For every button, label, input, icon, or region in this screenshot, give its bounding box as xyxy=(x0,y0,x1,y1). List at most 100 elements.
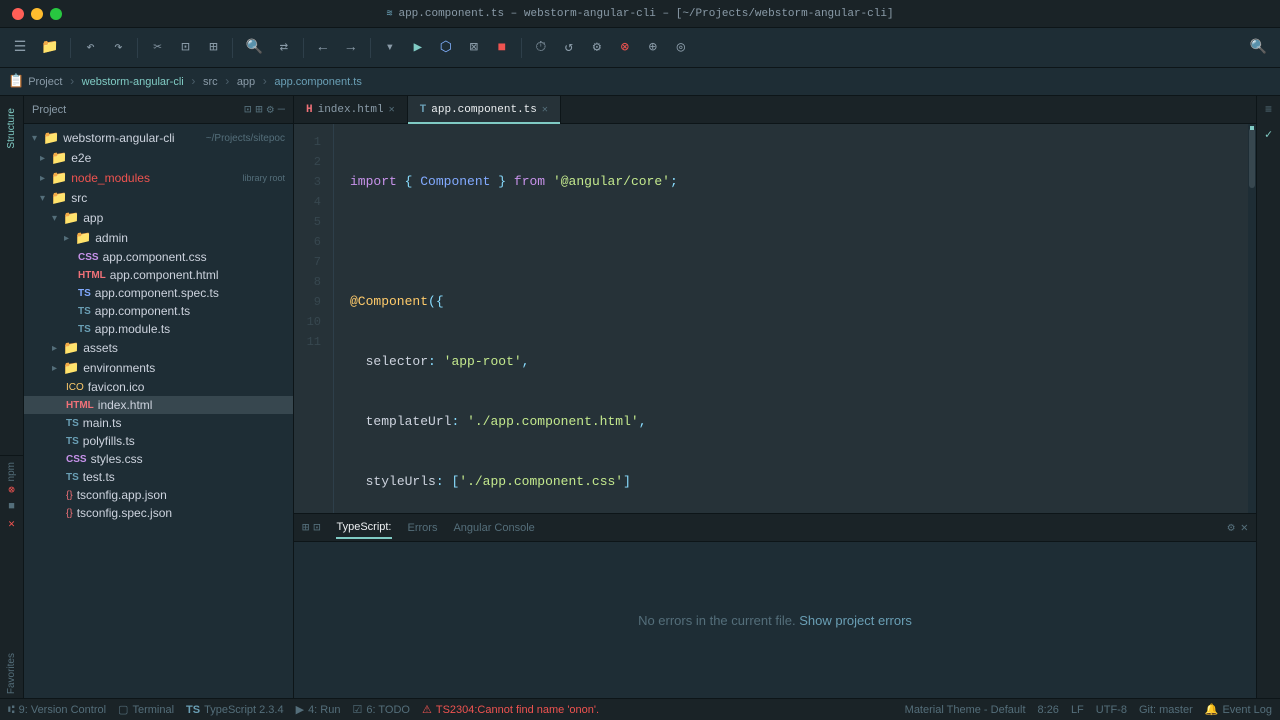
show-project-errors-link[interactable]: Show project errors xyxy=(799,613,912,628)
tree-item-favicon[interactable]: ICO favicon.ico xyxy=(24,378,293,396)
copy-button[interactable]: ⊡ xyxy=(173,36,197,60)
tab-close-index[interactable]: ✕ xyxy=(389,104,395,116)
right-icon-2[interactable]: ✓ xyxy=(1262,124,1275,145)
file-tree-action-sync[interactable]: ⊡ xyxy=(244,102,251,117)
file-tree-action-close[interactable]: — xyxy=(278,102,285,117)
scrollbar-thumb[interactable] xyxy=(1249,128,1255,188)
bottom-tab-angular[interactable]: Angular Console xyxy=(453,518,534,538)
tree-item-app-ts[interactable]: TS app.component.ts xyxy=(24,302,293,320)
npm-close-icon[interactable]: ✕ xyxy=(8,517,15,531)
tree-item-polyfills[interactable]: TS polyfills.ts xyxy=(24,432,293,450)
tree-item-node-modules[interactable]: ▸ 📁 node_modules library root xyxy=(24,168,293,188)
npm-label[interactable]: npm xyxy=(4,460,19,483)
maximize-button[interactable] xyxy=(50,8,62,20)
revert-button[interactable]: ↺ xyxy=(557,36,581,60)
ts-tab-icon: T xyxy=(420,104,427,116)
structure-panel-button[interactable]: Structure xyxy=(4,104,19,153)
close-button[interactable] xyxy=(12,8,24,20)
coverage-button[interactable]: ⊠ xyxy=(462,36,486,60)
tree-item-app-css[interactable]: CSS app.component.css xyxy=(24,248,293,266)
file-tree-action-expand[interactable]: ⊞ xyxy=(255,102,262,117)
tree-item-app-module[interactable]: TS app.module.ts xyxy=(24,320,293,338)
paste-button[interactable]: ⊞ xyxy=(201,36,225,60)
chevron-right-icon-env: ▸ xyxy=(52,363,57,374)
open-file-button[interactable]: 📁 xyxy=(36,36,63,60)
status-todo[interactable]: ☑ 6: TODO xyxy=(352,703,409,716)
bottom-action-close[interactable]: ✕ xyxy=(1241,520,1248,535)
minimize-button[interactable] xyxy=(31,8,43,20)
status-line-ending[interactable]: LF xyxy=(1071,704,1084,716)
nav-file[interactable]: app.component.ts xyxy=(274,76,361,88)
back-button[interactable]: ← xyxy=(311,36,335,60)
tree-item-app[interactable]: ▾ 📁 app xyxy=(24,208,293,228)
tree-label-node-modules: node_modules xyxy=(71,171,234,185)
nav-project[interactable]: 📋 Project xyxy=(8,74,62,89)
status-encoding[interactable]: UTF-8 xyxy=(1096,704,1127,716)
build-dropdown[interactable]: ▾ xyxy=(378,36,402,60)
code-editor[interactable]: 1 2 3 4 5 6 7 8 9 10 11 import { Compone… xyxy=(294,124,1256,513)
redo-button[interactable]: ↷ xyxy=(106,36,130,60)
tree-item-tsconfig-app[interactable]: {} tsconfig.app.json xyxy=(24,486,293,504)
status-git[interactable]: Git: master xyxy=(1139,704,1193,716)
code-content[interactable]: import { Component } from '@angular/core… xyxy=(334,124,1248,513)
power-button[interactable]: ◎ xyxy=(669,36,693,60)
undo-button[interactable]: ↶ xyxy=(78,36,102,60)
bottom-tab-typescript[interactable]: TypeScript: xyxy=(336,517,391,539)
favorites-panel-button[interactable]: Favorites xyxy=(4,649,19,698)
npm-error-icon[interactable]: ⊗ xyxy=(8,483,15,497)
tree-item-styles-css[interactable]: CSS styles.css xyxy=(24,450,293,468)
tree-item-assets[interactable]: ▸ 📁 assets xyxy=(24,338,293,358)
tree-item-root[interactable]: ▾ 📁 webstorm-angular-cli ~/Projects/site… xyxy=(24,128,293,148)
nav-root[interactable]: webstorm-angular-cli xyxy=(82,76,184,88)
tree-item-environments[interactable]: ▸ 📁 environments xyxy=(24,358,293,378)
window-title: ≋ app.component.ts – webstorm-angular-cl… xyxy=(386,8,893,20)
tree-item-test-ts[interactable]: TS test.ts xyxy=(24,468,293,486)
settings-button[interactable]: ⚙ xyxy=(585,36,609,60)
tree-label-environments: environments xyxy=(83,361,285,375)
tab-app-component-ts[interactable]: T app.component.ts ✕ xyxy=(408,96,561,124)
tree-item-e2e[interactable]: ▸ 📁 e2e xyxy=(24,148,293,168)
nav-app[interactable]: app xyxy=(237,76,255,88)
nav-src[interactable]: src xyxy=(203,76,218,88)
forward-button[interactable]: → xyxy=(339,36,363,60)
status-typescript[interactable]: TS TypeScript 2.3.4 xyxy=(186,704,284,716)
status-run[interactable]: ▶ 4: Run xyxy=(296,703,341,716)
debug-button[interactable]: ⬡ xyxy=(434,36,458,60)
status-vcs[interactable]: ⑆ 9: Version Control xyxy=(8,704,106,716)
tree-label-favicon: favicon.ico xyxy=(88,380,285,394)
tree-item-admin[interactable]: ▸ 📁 admin xyxy=(24,228,293,248)
status-terminal[interactable]: ▢ Terminal xyxy=(118,703,174,716)
right-icon-1[interactable]: ≡ xyxy=(1262,100,1275,120)
toolbar-sep-5 xyxy=(370,38,371,58)
global-search-button[interactable]: 🔍 xyxy=(1245,36,1272,60)
tree-item-app-html[interactable]: HTML app.component.html xyxy=(24,266,293,284)
tree-item-index-html[interactable]: HTML index.html xyxy=(24,396,293,414)
tab-index-html[interactable]: H index.html ✕ xyxy=(294,96,408,124)
history-button[interactable]: ⏱ xyxy=(529,36,553,60)
tab-close-appcomp[interactable]: ✕ xyxy=(542,104,548,116)
replace-button[interactable]: ⇄ xyxy=(272,36,296,60)
tree-item-app-spec[interactable]: TS app.component.spec.ts xyxy=(24,284,293,302)
error-button[interactable]: ⊗ xyxy=(613,36,637,60)
line-num-3: 3 xyxy=(294,172,325,192)
bottom-collapse-icon[interactable]: ⊡ xyxy=(313,520,320,535)
vcs-icon: ⑆ xyxy=(8,704,15,716)
tree-item-tsconfig-spec[interactable]: {} tsconfig.spec.json xyxy=(24,504,293,522)
bottom-tab-errors[interactable]: Errors xyxy=(408,518,438,538)
status-position[interactable]: 8:26 xyxy=(1038,704,1059,716)
tree-item-src[interactable]: ▾ 📁 src xyxy=(24,188,293,208)
status-event-log[interactable]: 🔔 Event Log xyxy=(1205,703,1272,716)
folder-icon-admin: 📁 xyxy=(75,230,91,246)
inspect-button[interactable]: ⊕ xyxy=(641,36,665,60)
minimap-scrollbar[interactable] xyxy=(1248,124,1256,513)
tree-item-main-ts[interactable]: TS main.ts xyxy=(24,414,293,432)
menu-button[interactable]: ☰ xyxy=(8,36,32,60)
bottom-expand-icon[interactable]: ⊞ xyxy=(302,520,309,535)
file-tree-action-settings[interactable]: ⚙ xyxy=(267,102,274,117)
stop-button[interactable]: ■ xyxy=(490,36,514,60)
cut-button[interactable]: ✂ xyxy=(145,36,169,60)
search-button[interactable]: 🔍 xyxy=(240,36,267,60)
run-button[interactable]: ▶ xyxy=(406,36,430,60)
bottom-action-settings[interactable]: ⚙ xyxy=(1228,520,1235,535)
npm-stop-icon[interactable]: ■ xyxy=(8,501,15,513)
